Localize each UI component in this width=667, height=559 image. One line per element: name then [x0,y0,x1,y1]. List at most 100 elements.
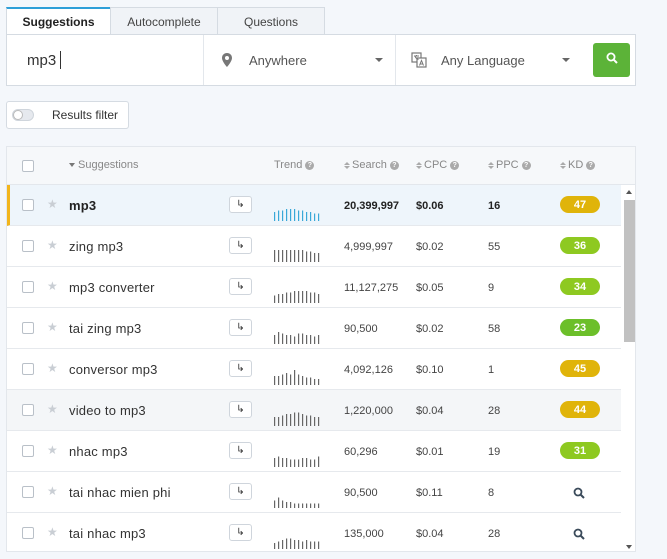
row-checkbox[interactable] [22,527,34,539]
arrow-forward-icon[interactable]: ↳ [229,401,252,418]
row-checkbox[interactable] [22,240,34,252]
header-kd[interactable]: KD? [560,159,596,171]
trend-bar [274,500,276,508]
search-icon[interactable] [573,486,587,500]
trend-bar [298,459,300,467]
help-icon[interactable]: ? [389,160,399,170]
language-select[interactable]: Any Language [396,35,582,85]
kd-badge: 47 [560,196,600,213]
star-icon[interactable]: ★ [47,238,58,252]
trend-bar [294,250,296,262]
trend-bar [318,379,320,385]
trend-bar [278,294,280,303]
table-row[interactable]: ★ mp3 converter ↳ 11,127,275 $0.05 9 34 [7,267,621,308]
help-icon[interactable]: ? [586,160,596,170]
row-checkbox[interactable] [22,199,34,211]
keyword-cell[interactable]: conversor mp3 [69,362,158,377]
scroll-up-arrow[interactable] [626,190,632,194]
row-checkbox[interactable] [22,322,34,334]
arrow-forward-icon[interactable]: ↳ [229,360,252,377]
trend-bar [318,294,320,303]
help-icon[interactable]: ? [305,160,315,170]
trend-bar [290,502,292,508]
row-checkbox[interactable] [22,486,34,498]
trend-bar [298,503,300,508]
table-row[interactable]: ★ tai zing mp3 ↳ 90,500 $0.02 58 23 [7,308,621,349]
help-icon[interactable]: ? [450,160,460,170]
trend-sparkline [274,332,320,344]
keyword-cell[interactable]: tai zing mp3 [69,321,142,336]
arrow-forward-icon[interactable]: ↳ [229,196,252,213]
table-row[interactable]: ★ tai nhac mp3 ↳ 135,000 $0.04 28 [7,513,621,551]
trend-bar [306,415,308,426]
star-icon[interactable]: ★ [47,279,58,293]
header-ppc[interactable]: PPC? [488,159,531,171]
select-all-checkbox[interactable] [22,160,34,172]
header-search[interactable]: Search? [344,159,399,171]
tab-suggestions[interactable]: Suggestions [6,7,111,35]
tab-questions[interactable]: Questions [217,7,325,35]
header-suggestions[interactable]: Suggestions [69,159,139,171]
trend-bar [290,374,292,385]
table-row[interactable]: ★ nhac mp3 ↳ 60,296 $0.01 19 31 [7,431,621,472]
trend-sparkline [274,370,320,385]
trend-bar [310,459,312,467]
arrow-forward-icon[interactable]: ↳ [229,319,252,336]
trend-bar [306,335,308,344]
trend-bar [314,336,316,344]
trend-bar [302,250,304,262]
keyword-cell[interactable]: mp3 [69,198,96,213]
sort-desc-icon [69,163,75,167]
row-checkbox[interactable] [22,404,34,416]
arrow-forward-icon[interactable]: ↳ [229,442,252,459]
star-icon[interactable]: ★ [47,197,58,211]
star-icon[interactable]: ★ [47,443,58,457]
arrow-forward-icon[interactable]: ↳ [229,237,252,254]
sort-icon [488,161,494,169]
star-icon[interactable]: ★ [47,525,58,539]
trend-sparkline [274,497,320,508]
scroll-thumb[interactable] [624,200,635,342]
row-checkbox[interactable] [22,363,34,375]
chevron-down-icon [562,58,570,62]
filter-toggle[interactable] [12,109,34,121]
keyword-cell[interactable]: tai nhac mien phi [69,485,171,500]
row-checkbox[interactable] [22,445,34,457]
arrow-forward-icon[interactable]: ↳ [229,278,252,295]
help-icon[interactable]: ? [521,160,531,170]
arrow-forward-icon[interactable]: ↳ [229,483,252,500]
tab-autocomplete[interactable]: Autocomplete [110,7,218,35]
keyword-cell[interactable]: nhac mp3 [69,444,128,459]
trend-bar [286,502,288,508]
scroll-down-arrow[interactable] [626,545,632,549]
keyword-cell[interactable]: tai nhac mp3 [69,526,146,541]
header-cpc[interactable]: CPC? [416,159,460,171]
star-icon[interactable]: ★ [47,402,58,416]
trend-bar [286,250,288,262]
trend-bar [310,541,312,549]
kd-badge: 31 [560,442,600,459]
star-icon[interactable]: ★ [47,320,58,334]
keyword-cell[interactable]: mp3 converter [69,280,155,295]
text-caret [60,51,61,69]
search-icon[interactable] [573,527,587,541]
keyword-input[interactable] [7,35,204,85]
keyword-cell[interactable]: video to mp3 [69,403,146,418]
table-row[interactable]: ★ video to mp3 ↳ 1,220,000 $0.04 28 44 [7,390,621,431]
arrow-forward-icon[interactable]: ↳ [229,524,252,541]
row-checkbox[interactable] [22,281,34,293]
trend-bar [290,250,292,262]
table-row[interactable]: ★ zing mp3 ↳ 4,999,997 $0.02 55 36 [7,226,621,267]
star-icon[interactable]: ★ [47,484,58,498]
trend-bar [290,335,292,344]
keyword-cell[interactable]: zing mp3 [69,239,123,254]
scrollbar[interactable] [622,185,635,551]
results-filter-button[interactable]: Results filter [6,101,129,129]
table-row[interactable]: ★ tai nhac mien phi ↳ 90,500 $0.11 8 [7,472,621,513]
location-select[interactable]: Anywhere [204,35,396,85]
table-row[interactable]: ★ mp3 ↳ 20,399,997 $0.06 16 47 [7,185,621,226]
trend-bar [274,295,276,303]
search-button[interactable] [593,43,630,77]
star-icon[interactable]: ★ [47,361,58,375]
table-row[interactable]: ★ conversor mp3 ↳ 4,092,126 $0.10 1 45 [7,349,621,390]
